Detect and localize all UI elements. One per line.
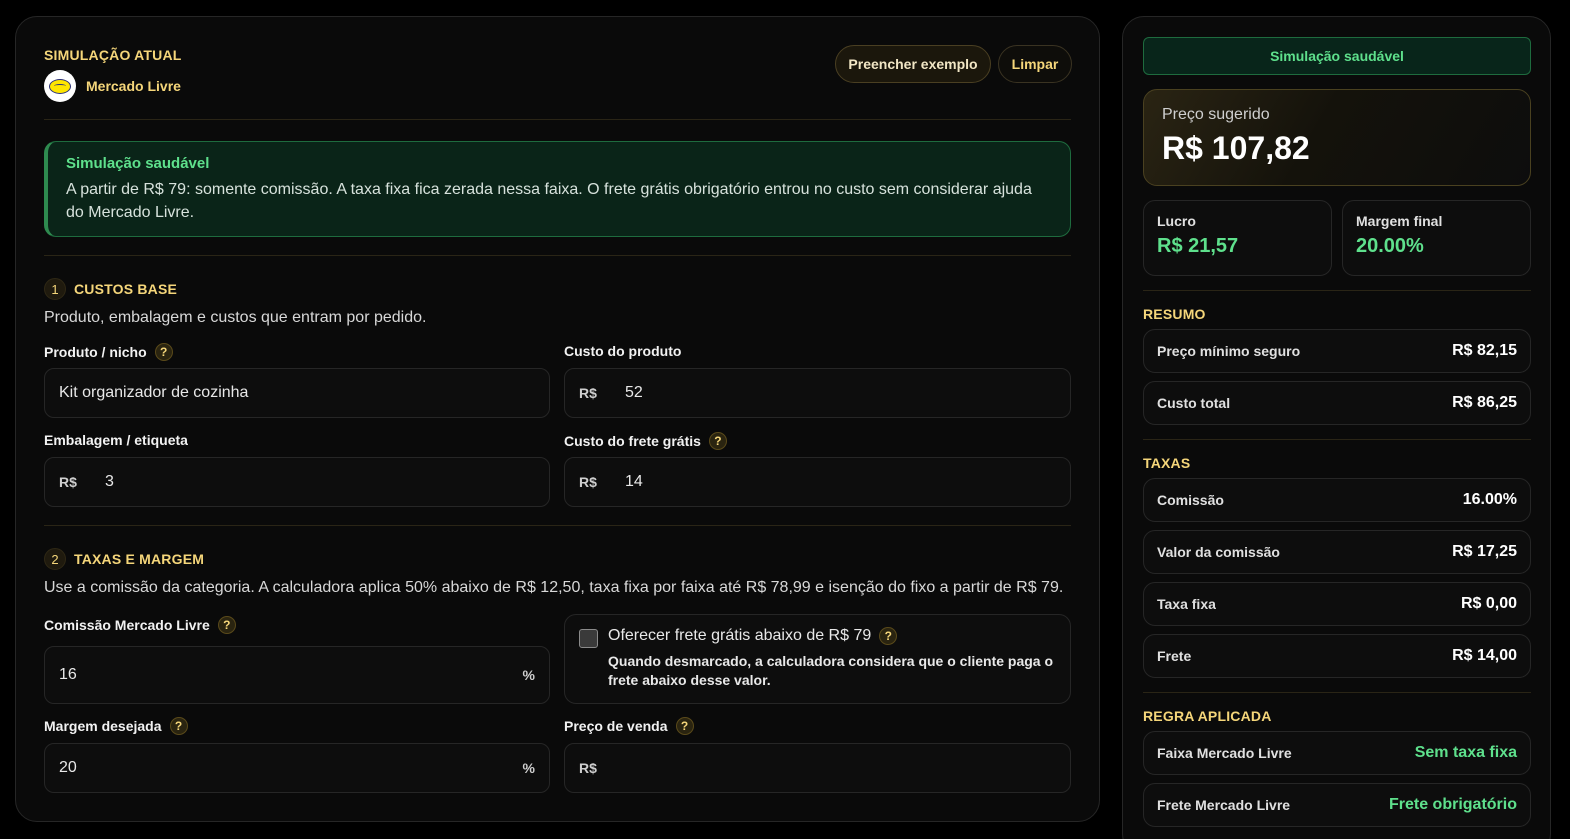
free-shipping-option[interactable]: Oferecer frete grátis abaixo de R$ 79? Q…	[564, 614, 1071, 704]
results-panel: Simulação saudável Preço sugerido R$ 107…	[1122, 16, 1551, 839]
shipping-cost-input[interactable]: R$ 14	[564, 457, 1071, 507]
row-value: R$ 17,25	[1452, 543, 1517, 560]
simulation-form-panel: SIMULAÇÃO ATUAL Mercado Livre Preencher …	[15, 16, 1100, 822]
row-value: R$ 82,15	[1452, 342, 1517, 359]
base-costs-heading: 1 CUSTOS BASE	[44, 278, 177, 300]
profit-card: Lucro R$ 21,57	[1143, 200, 1332, 276]
product-cost-value: 52	[625, 384, 643, 401]
final-margin-value: 20.00%	[1356, 235, 1424, 257]
help-icon[interactable]: ?	[217, 616, 236, 634]
divider	[44, 119, 1071, 120]
marketplace-brand: Mercado Livre	[44, 70, 181, 102]
divider	[44, 255, 1071, 256]
row-label: Preço mínimo seguro	[1157, 343, 1301, 359]
final-margin-card: Margem final 20.00%	[1342, 200, 1531, 276]
current-simulation-label: SIMULAÇÃO ATUAL	[44, 47, 182, 63]
suggested-price-label: Preço sugerido	[1162, 106, 1270, 123]
margin-input[interactable]: 20 %	[44, 743, 550, 793]
fee-row: Comissão 16.00%	[1143, 478, 1531, 522]
product-cost-input[interactable]: R$ 52	[564, 368, 1071, 418]
row-value: R$ 86,25	[1452, 394, 1517, 411]
help-icon[interactable]: ?	[708, 432, 727, 450]
currency-prefix: R$	[579, 760, 597, 776]
help-icon[interactable]: ?	[154, 343, 173, 361]
currency-prefix: R$	[579, 474, 597, 490]
section-title: TAXAS E MARGEM	[74, 551, 205, 567]
section-description: Use a comissão da categoria. A calculado…	[44, 579, 1064, 596]
help-icon[interactable]: ?	[879, 627, 898, 645]
status-badge: Simulação saudável	[1143, 37, 1531, 75]
status-alert: Simulação saudável A partir de R$ 79: so…	[44, 141, 1071, 237]
summary-row: Preço mínimo seguro R$ 82,15	[1143, 329, 1531, 373]
alert-text: A partir de R$ 79: somente comissão. A t…	[66, 181, 1032, 221]
divider	[1143, 290, 1531, 291]
shipping-cost-label: Custo do frete grátis?	[564, 432, 727, 450]
commission-label: Comissão Mercado Livre?	[44, 616, 236, 634]
row-value: R$ 14,00	[1452, 647, 1517, 664]
divider	[1143, 439, 1531, 440]
section-number: 2	[44, 548, 66, 570]
help-icon[interactable]: ?	[169, 717, 188, 735]
row-value: 16.00%	[1462, 491, 1517, 508]
rule-row: Faixa Mercado Livre Sem taxa fixa	[1143, 731, 1531, 775]
fee-row: Frete R$ 14,00	[1143, 634, 1531, 678]
section-title: CUSTOS BASE	[74, 281, 178, 297]
percent-suffix: %	[522, 667, 535, 683]
margin-label: Margem desejada?	[44, 717, 188, 735]
row-label: Frete Mercado Livre	[1157, 797, 1291, 813]
summary-heading: RESUMO	[1143, 306, 1206, 322]
marketplace-name: Mercado Livre	[86, 78, 181, 94]
clear-button[interactable]: Limpar	[998, 45, 1072, 83]
fees-heading: TAXAS	[1143, 455, 1191, 471]
row-label: Valor da comissão	[1157, 544, 1280, 560]
divider	[44, 525, 1071, 526]
row-label: Faixa Mercado Livre	[1157, 745, 1292, 761]
packaging-label: Embalagem / etiqueta	[44, 432, 188, 448]
sale-price-input[interactable]: R$	[564, 743, 1071, 793]
rule-heading: REGRA APLICADA	[1143, 708, 1272, 724]
row-value: R$ 0,00	[1460, 595, 1517, 612]
row-value: Sem taxa fixa	[1414, 744, 1517, 761]
row-label: Comissão	[1157, 492, 1224, 508]
packaging-input[interactable]: R$ 3	[44, 457, 550, 507]
fee-row: Valor da comissão R$ 17,25	[1143, 530, 1531, 574]
profit-label: Lucro	[1157, 213, 1196, 229]
fees-heading: 2 TAXAS E MARGEM	[44, 548, 204, 570]
margin-value: 20	[59, 759, 77, 776]
help-icon[interactable]: ?	[675, 717, 694, 735]
sale-price-label: Preço de venda?	[564, 717, 694, 735]
currency-prefix: R$	[59, 474, 77, 490]
product-cost-label: Custo do produto	[564, 343, 682, 359]
fee-row: Taxa fixa R$ 0,00	[1143, 582, 1531, 626]
final-margin-label: Margem final	[1356, 213, 1443, 229]
suggested-price-value: R$ 107,82	[1162, 130, 1310, 166]
section-number: 1	[44, 278, 66, 300]
row-value: Frete obrigatório	[1388, 796, 1517, 813]
free-shipping-label: Oferecer frete grátis abaixo de R$ 79?	[608, 627, 898, 645]
percent-suffix: %	[522, 760, 535, 776]
product-value: Kit organizador de cozinha	[59, 384, 249, 401]
profit-value: R$ 21,57	[1157, 235, 1239, 257]
free-shipping-checkbox[interactable]	[579, 629, 598, 648]
row-label: Frete	[1157, 648, 1192, 664]
currency-prefix: R$	[579, 385, 597, 401]
product-label: Produto / nicho?	[44, 343, 173, 361]
summary-row: Custo total R$ 86,25	[1143, 381, 1531, 425]
row-label: Custo total	[1157, 395, 1231, 411]
packaging-value: 3	[105, 473, 114, 490]
rule-row: Frete Mercado Livre Frete obrigatório	[1143, 783, 1531, 827]
commission-input[interactable]: 16 %	[44, 646, 550, 704]
mercado-livre-logo-icon	[44, 70, 76, 102]
fill-example-button[interactable]: Preencher exemplo	[835, 45, 991, 83]
alert-title: Simulação saudável	[66, 155, 210, 172]
section-description: Produto, embalagem e custos que entram p…	[44, 309, 427, 326]
row-label: Taxa fixa	[1157, 596, 1216, 612]
free-shipping-note: Quando desmarcado, a calculadora conside…	[608, 653, 1054, 688]
product-input[interactable]: Kit organizador de cozinha	[44, 368, 550, 418]
shipping-cost-value: 14	[625, 473, 643, 490]
divider	[1143, 692, 1531, 693]
commission-value: 16	[59, 666, 77, 683]
suggested-price-card: Preço sugerido R$ 107,82	[1143, 89, 1531, 186]
